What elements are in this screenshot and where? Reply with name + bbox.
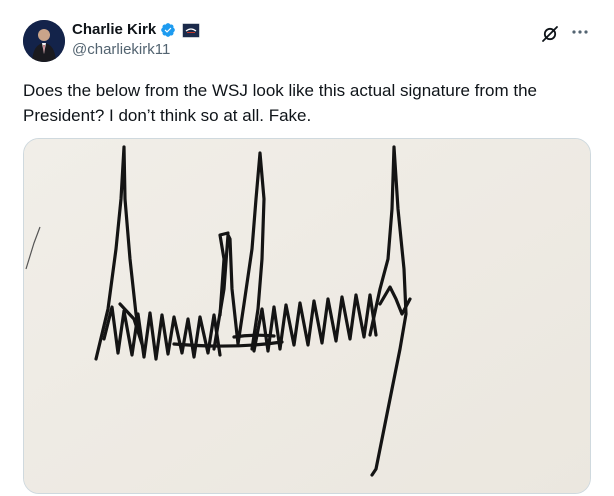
tweet-text: Does the below from the WSJ look like th…: [23, 81, 538, 125]
author-header: Charlie Kirk: [72, 21, 201, 39]
grok-icon[interactable]: [540, 24, 560, 44]
affiliation-badge-icon[interactable]: [182, 22, 201, 38]
verified-badge-icon[interactable]: [160, 22, 176, 38]
avatar[interactable]: [23, 20, 65, 62]
avatar-image: [23, 20, 65, 62]
tweet-card: Charlie Kirk @charliekirk11 Does the bel…: [0, 0, 614, 496]
author-handle[interactable]: @charliekirk11: [72, 41, 170, 59]
signature-photo: [24, 139, 590, 493]
tweet-media-photo[interactable]: [23, 138, 591, 494]
display-name[interactable]: Charlie Kirk: [72, 21, 156, 39]
more-options-icon[interactable]: [570, 22, 590, 42]
